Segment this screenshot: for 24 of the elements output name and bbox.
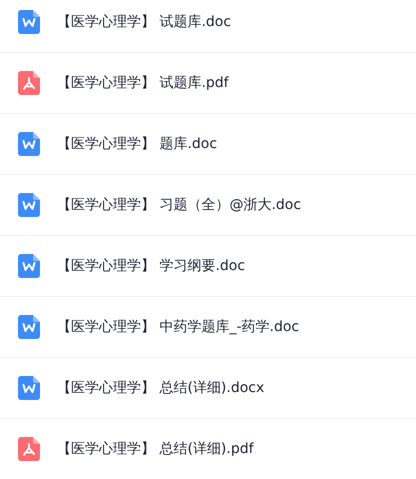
file-row[interactable]: 【医学心理学】 试题库.pdf — [0, 53, 416, 114]
word-file-icon — [18, 376, 40, 400]
pdf-file-icon — [18, 437, 40, 461]
word-file-icon — [18, 10, 40, 34]
file-row[interactable]: 【医学心理学】 题库.doc — [0, 114, 416, 175]
word-file-icon — [18, 132, 40, 156]
file-name: 【医学心理学】 学习纲要.doc — [57, 257, 246, 275]
file-name: 【医学心理学】 题库.doc — [57, 135, 218, 153]
file-name: 【医学心理学】 习题（全）@浙大.doc — [57, 196, 302, 214]
file-name: 【医学心理学】 总结(详细).pdf — [57, 440, 254, 458]
word-file-icon — [18, 254, 40, 278]
word-file-icon — [18, 193, 40, 217]
file-row[interactable]: 【医学心理学】 学习纲要.doc — [0, 236, 416, 297]
file-name: 【医学心理学】 中药学题库_-药学.doc — [57, 318, 300, 336]
file-name: 【医学心理学】 试题库.pdf — [57, 74, 229, 92]
file-name: 【医学心理学】 试题库.doc — [57, 13, 232, 31]
file-row[interactable]: 【医学心理学】 中药学题库_-药学.doc — [0, 297, 416, 358]
file-row[interactable]: 【医学心理学】 总结(详细).docx — [0, 358, 416, 419]
pdf-file-icon — [18, 71, 40, 95]
file-row[interactable]: 【医学心理学】 试题库.doc — [0, 0, 416, 53]
file-name: 【医学心理学】 总结(详细).docx — [57, 379, 264, 397]
word-file-icon — [18, 315, 40, 339]
file-row[interactable]: 【医学心理学】 习题（全）@浙大.doc — [0, 175, 416, 236]
file-row[interactable]: 【医学心理学】 总结(详细).pdf — [0, 419, 416, 479]
